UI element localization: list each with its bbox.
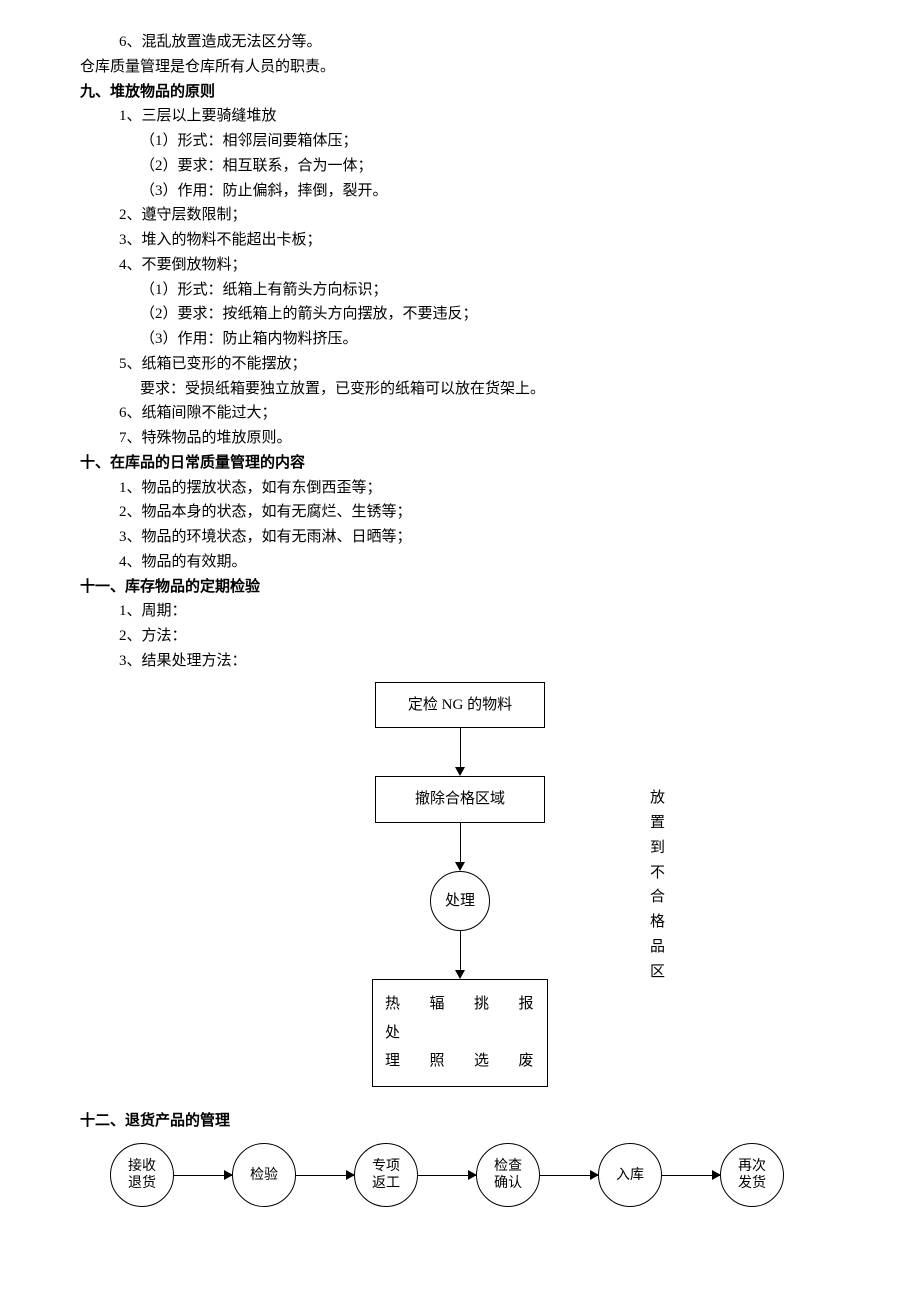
text-line: 4、物品的有效期。	[80, 550, 840, 575]
flow-node-ng: 定检 NG 的物料	[375, 682, 545, 729]
text-line: （2）要求：相互联系，合为一体；	[80, 154, 840, 179]
flowchart-vertical: 定检 NG 的物料 撤除合格区域 放置到不合格品区 处理 热 辐 挑 报 处 理	[260, 682, 660, 1087]
flow-node-remove: 撤除合格区域	[375, 776, 545, 823]
flow-step-4: 检查确认	[476, 1143, 540, 1207]
arrow-right-icon	[662, 1175, 720, 1176]
text-line: 3、堆入的物料不能超出卡板；	[80, 228, 840, 253]
flow-step-3: 专项返工	[354, 1143, 418, 1207]
text-line: 2、物品本身的状态，如有无腐烂、生锈等；	[80, 500, 840, 525]
text-line: 要求：受损纸箱要独立放置，已变形的纸箱可以放在货架上。	[80, 377, 840, 402]
heading-12: 十二、退货产品的管理	[80, 1109, 840, 1134]
text-line: 仓库质量管理是仓库所有人员的职责。	[80, 55, 840, 80]
flow-step-6: 再次发货	[720, 1143, 784, 1207]
text-line: 3、结果处理方法：	[80, 649, 840, 674]
text-line: 2、方法：	[80, 624, 840, 649]
text-line: （3）作用：防止箱内物料挤压。	[80, 327, 840, 352]
text-line: 6、纸箱间隙不能过大；	[80, 401, 840, 426]
text-line: 5、纸箱已变形的不能摆放；	[80, 352, 840, 377]
flow-step-5: 入库	[598, 1143, 662, 1207]
text-line: （3）作用：防止偏斜，摔倒，裂开。	[80, 179, 840, 204]
flow-node-process: 处理	[430, 871, 490, 931]
arrow-right-icon	[296, 1175, 354, 1176]
flow-step-1: 接收退货	[110, 1143, 174, 1207]
arrow-right-icon	[540, 1175, 598, 1176]
text-line: 2、遵守层数限制；	[80, 203, 840, 228]
flow-step-2: 检验	[232, 1143, 296, 1207]
arrow-right-icon	[174, 1175, 232, 1176]
text-line: 7、特殊物品的堆放原则。	[80, 426, 840, 451]
arrow-right-icon	[418, 1175, 476, 1176]
text-line: 1、物品的摆放状态，如有东倒西歪等；	[80, 476, 840, 501]
text-line: （2）要求：按纸箱上的箭头方向摆放，不要违反；	[80, 302, 840, 327]
flowchart-horizontal: 接收退货 检验 专项返工 检查确认 入库 再次发货	[80, 1143, 840, 1207]
flow-node-options: 热 辐 挑 报 处 理 照 选 废	[372, 979, 548, 1087]
heading-9: 九、堆放物品的原则	[80, 80, 840, 105]
text-line: 1、周期：	[80, 599, 840, 624]
text-line: （1）形式：相邻层间要箱体压；	[80, 129, 840, 154]
text-line: 1、三层以上要骑缝堆放	[80, 104, 840, 129]
heading-11: 十一、库存物品的定期检验	[80, 575, 840, 600]
text-line: 4、不要倒放物料；	[80, 253, 840, 278]
text-line: （1）形式：纸箱上有箭头方向标识；	[80, 278, 840, 303]
flow-side-note: 放置到不合格品区	[650, 786, 665, 984]
text-line: 3、物品的环境状态，如有无雨淋、日晒等；	[80, 525, 840, 550]
heading-10: 十、在库品的日常质量管理的内容	[80, 451, 840, 476]
text-line: 6、混乱放置造成无法区分等。	[80, 30, 840, 55]
